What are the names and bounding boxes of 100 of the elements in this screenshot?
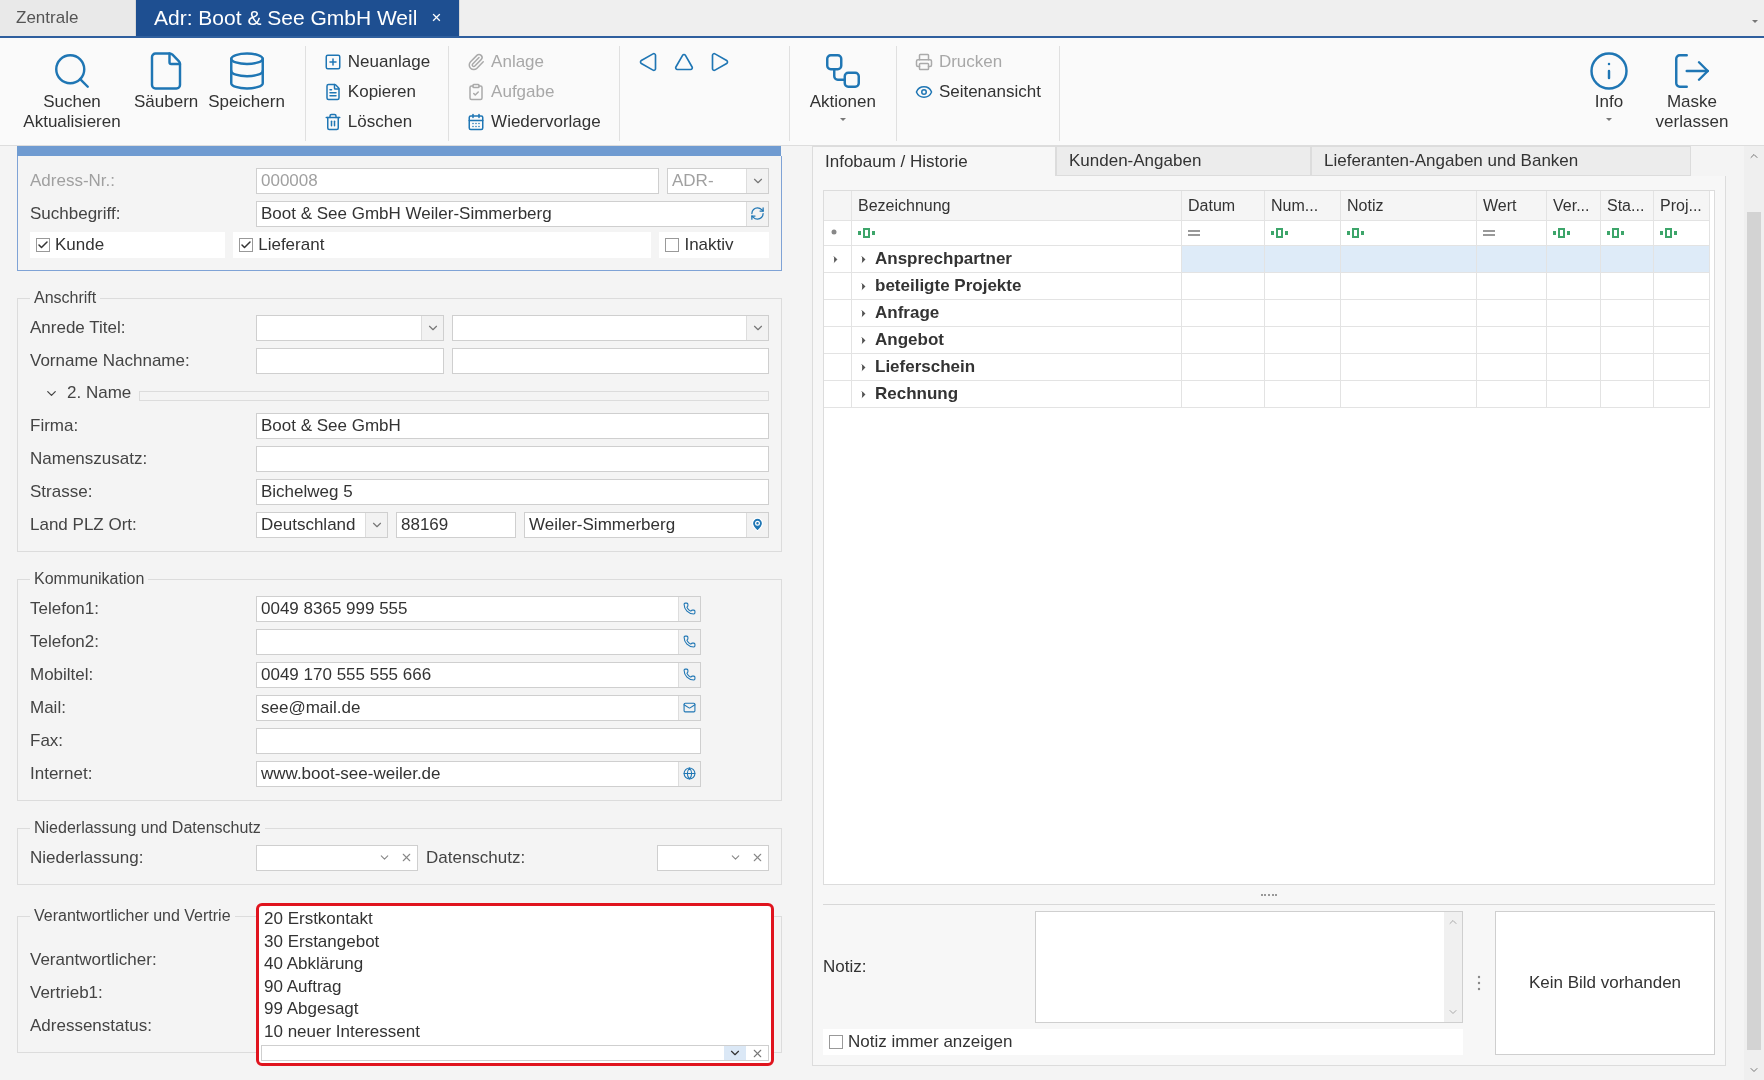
nav-button[interactable] — [637, 52, 658, 72]
checkbox[interactable] — [36, 238, 50, 252]
section-toggle[interactable]: 2. Name — [44, 383, 132, 403]
filter-cell[interactable] — [852, 221, 1182, 246]
tree-node[interactable]: Angebot — [852, 327, 1182, 354]
toolbar-button[interactable]: Wiedervorlage — [467, 108, 601, 136]
scrollbar[interactable] — [1744, 146, 1764, 1080]
toolbar-button[interactable]: Neuanlage — [323, 48, 431, 76]
tree-node[interactable]: Ansprechpartner — [852, 246, 1182, 273]
input-field[interactable] — [256, 628, 701, 655]
tab[interactable]: Kunden-Angaben — [1056, 146, 1311, 176]
image-field[interactable]: Kein Bild vorhanden — [1495, 911, 1715, 1055]
input-field[interactable]: Weiler-Simmerberg — [524, 511, 769, 538]
filter-cell[interactable] — [1477, 221, 1547, 246]
input-field[interactable]: see@mail.de — [256, 694, 701, 721]
column-header[interactable]: Datum — [1182, 191, 1265, 221]
dropdown-option[interactable]: 90 Auftrag — [261, 975, 769, 998]
dropdown-option[interactable]: 40 Abklärung — [261, 953, 769, 976]
filter-cell[interactable] — [1182, 221, 1265, 246]
grid-row[interactable]: Angebot — [824, 327, 1714, 354]
column-header[interactable]: Bezeichnung — [852, 191, 1182, 221]
splitter-grip-icon — [1261, 893, 1277, 896]
filter-cell[interactable] — [1601, 221, 1654, 246]
text-filter-icon — [1347, 227, 1365, 239]
checkbox[interactable] — [829, 1035, 843, 1049]
column-header[interactable]: Sta... — [1601, 191, 1654, 221]
filter-cell[interactable] — [1265, 221, 1341, 246]
input-field[interactable] — [256, 347, 444, 374]
nav-button[interactable] — [673, 52, 694, 72]
input-field[interactable]: 0049 170 555 555 666 — [256, 661, 701, 688]
input-field[interactable]: 88169 — [396, 511, 516, 538]
table-cell — [1654, 246, 1710, 273]
toolbar-button[interactable]: Säubern — [132, 48, 201, 115]
tab[interactable]: Adr: Boot & See GmbH Weil × — [136, 0, 461, 36]
input-field[interactable]: Boot & See GmbH — [256, 412, 769, 439]
tree-node[interactable]: Anfrage — [852, 300, 1182, 327]
grid-row[interactable]: Lieferschein — [824, 354, 1714, 381]
column-header[interactable]: Ver... — [1547, 191, 1601, 221]
field-label: Adress-Nr.: — [30, 170, 117, 191]
checkbox[interactable] — [665, 238, 680, 252]
dropdown-option[interactable]: 20 Erstkontakt — [261, 908, 769, 931]
checkbox-option[interactable]: Lieferant — [233, 232, 652, 258]
field-label: Vorname Nachname: — [30, 350, 191, 371]
tree-node[interactable]: beteiligte Projekte — [852, 273, 1182, 300]
checkbox[interactable] — [239, 238, 254, 252]
input-field[interactable]: www.boot-see-weiler.de — [256, 760, 701, 787]
column-header[interactable]: Notiz — [1341, 191, 1477, 221]
dropdown-field[interactable]: Deutschland — [256, 511, 388, 538]
input-field[interactable]: Boot & See GmbH Weiler-Simmerberg — [256, 200, 769, 227]
tree-node[interactable]: Lieferschein — [852, 354, 1182, 381]
grid-row[interactable]: Ansprechpartner — [824, 246, 1714, 273]
splitter-grip-icon — [1477, 975, 1481, 991]
notes-field[interactable] — [1035, 911, 1463, 1023]
tree-node[interactable]: Rechnung — [852, 381, 1182, 408]
dropdown-field[interactable] — [657, 844, 769, 871]
dropdown-field[interactable] — [452, 314, 769, 341]
nav-button[interactable] — [709, 52, 730, 72]
field-label: Datenschutz: — [426, 847, 527, 868]
input-field[interactable]: 0049 8365 999 555 — [256, 595, 701, 622]
column-header[interactable]: Wert — [1477, 191, 1547, 221]
field-label: Verantwortlicher: — [30, 949, 158, 970]
filter-cell[interactable] — [1341, 221, 1477, 246]
toolbar-button[interactable]: Info — [1586, 48, 1632, 124]
input-field[interactable] — [256, 445, 769, 472]
tab[interactable]: Infobaum / Historie — [812, 146, 1056, 176]
input-field[interactable]: Bichelweg 5 — [256, 478, 769, 505]
checkbox-option[interactable]: Kunde — [30, 232, 226, 258]
toolbar-button[interactable]: Suchen Aktualisieren — [18, 48, 126, 135]
table-cell — [1654, 354, 1710, 381]
dropdown-field[interactable] — [256, 844, 418, 871]
toolbar-button[interactable]: Aktionen — [807, 48, 878, 124]
toolbar-button[interactable]: Seitenansicht — [914, 78, 1041, 106]
input-field[interactable] — [256, 727, 701, 754]
printer-icon — [914, 53, 933, 71]
dropdown-field[interactable] — [261, 1045, 769, 1061]
grid-row[interactable]: Rechnung — [824, 381, 1714, 408]
equals-icon — [1188, 229, 1200, 237]
toolbar-button[interactable]: Löschen — [323, 108, 413, 136]
filter-cell[interactable] — [1654, 221, 1710, 246]
grid-row[interactable]: beteiligte Projekte — [824, 273, 1714, 300]
checkbox-option[interactable]: Notiz immer anzeigen — [823, 1029, 1463, 1055]
tab[interactable]: Zentrale — [0, 0, 136, 36]
toolbar-button[interactable]: Kopieren — [323, 78, 416, 106]
close-button[interactable]: × — [431, 8, 442, 28]
phone-icon — [683, 668, 696, 681]
triangle-icon — [673, 52, 694, 72]
tab[interactable]: Lieferanten-Angaben und Banken — [1311, 146, 1691, 176]
grid-row[interactable]: Anfrage — [824, 300, 1714, 327]
dropdown-field[interactable] — [256, 314, 444, 341]
filter-cell[interactable] — [1547, 221, 1601, 246]
field-label: Internet: — [30, 763, 94, 784]
dropdown-option[interactable]: 99 Abgesagt — [261, 998, 769, 1021]
column-header[interactable]: Num... — [1265, 191, 1341, 221]
dropdown-option[interactable]: 30 Erstangebot — [261, 930, 769, 953]
checkbox-option[interactable]: Inaktiv — [659, 232, 769, 258]
toolbar-button[interactable]: Speichern — [206, 48, 287, 115]
dropdown-option[interactable]: 10 neuer Interessent — [261, 1020, 769, 1043]
column-header[interactable]: Proj... — [1654, 191, 1710, 221]
input-field[interactable] — [452, 347, 769, 374]
toolbar-button[interactable]: Maske verlassen — [1638, 48, 1746, 135]
